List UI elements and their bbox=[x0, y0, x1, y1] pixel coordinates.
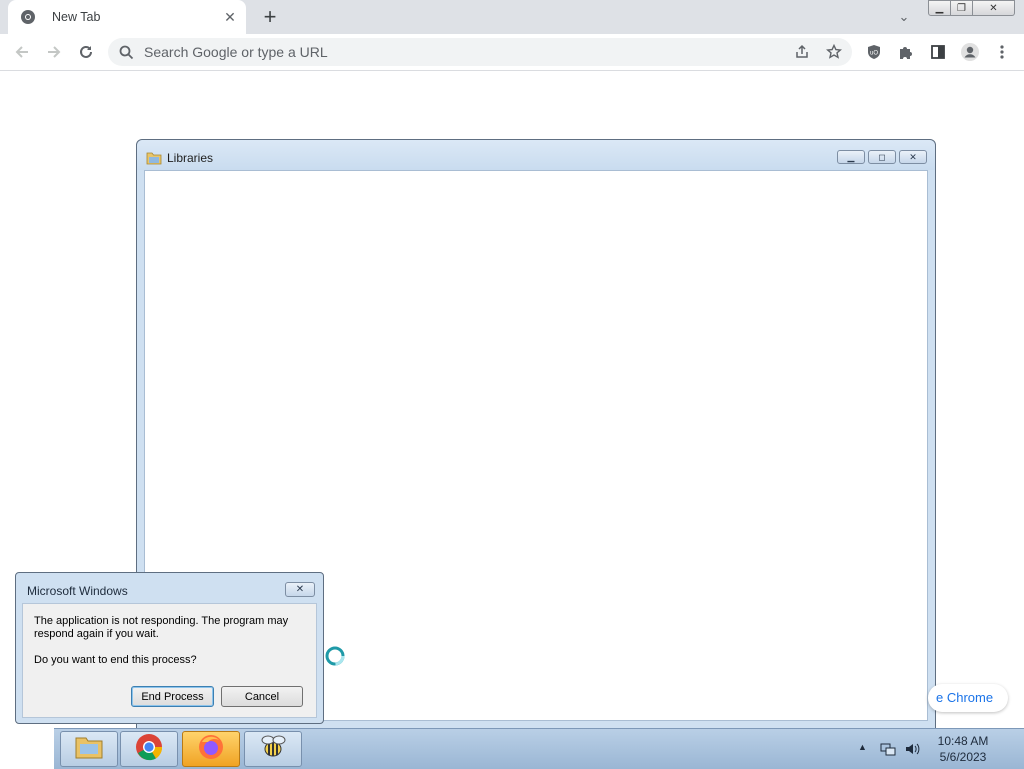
taskbar-chrome[interactable] bbox=[120, 731, 178, 767]
taskbar-file-explorer[interactable] bbox=[60, 731, 118, 767]
network-icon[interactable] bbox=[880, 741, 896, 757]
clock-date: 5/6/2023 bbox=[939, 750, 987, 764]
dialog-title: Microsoft Windows bbox=[27, 584, 128, 598]
taskbar-firefox[interactable] bbox=[182, 731, 240, 767]
profile-avatar-icon[interactable] bbox=[958, 40, 982, 64]
system-tray: ▲ 10:48 AM 5/6/2023 bbox=[844, 729, 1024, 769]
bee-app-icon bbox=[258, 733, 288, 766]
restore-button[interactable]: ❐ bbox=[951, 0, 973, 16]
forward-arrow-icon[interactable] bbox=[42, 40, 66, 64]
taskbar: ▲ 10:48 AM 5/6/2023 bbox=[54, 728, 1024, 769]
dialog-body: The application is not responding. The p… bbox=[22, 603, 317, 718]
browser-toolbar: uO bbox=[0, 34, 1024, 71]
folder-icon bbox=[146, 151, 162, 165]
taskbar-bee-app[interactable] bbox=[244, 731, 302, 767]
firefox-icon bbox=[197, 733, 225, 766]
not-responding-dialog: Microsoft Windows ✕ The application is n… bbox=[15, 572, 324, 724]
tab-strip: New Tab ✕ + ⌄ ▁ ❐ ✕ bbox=[0, 0, 1024, 34]
close-window-button[interactable]: ✕ bbox=[973, 0, 1015, 16]
clock[interactable]: 10:48 AM 5/6/2023 bbox=[928, 733, 998, 765]
dialog-question: Do you want to end this process? bbox=[34, 654, 197, 666]
reload-icon[interactable] bbox=[74, 40, 98, 64]
chrome-icon bbox=[135, 733, 163, 766]
libraries-titlebar[interactable]: Libraries ▁ ◻ ✕ bbox=[137, 140, 935, 170]
dialog-close-button[interactable]: ✕ bbox=[285, 582, 315, 597]
search-icon bbox=[118, 44, 134, 60]
address-bar-input[interactable] bbox=[142, 43, 766, 61]
window-controls: ▁ ❐ ✕ bbox=[928, 0, 1015, 16]
svg-text:uO: uO bbox=[870, 51, 878, 57]
chrome-favicon-icon bbox=[20, 9, 36, 25]
end-process-button[interactable]: End Process bbox=[131, 686, 214, 707]
tab-title: New Tab bbox=[52, 10, 101, 24]
tab-new-tab[interactable]: New Tab ✕ bbox=[8, 0, 246, 34]
cancel-button[interactable]: Cancel bbox=[221, 686, 303, 707]
libraries-restore-button[interactable]: ◻ bbox=[868, 150, 896, 164]
extensions-puzzle-icon[interactable] bbox=[894, 40, 918, 64]
chevron-down-icon[interactable]: ⌄ bbox=[894, 7, 914, 27]
libraries-title: Libraries bbox=[167, 151, 214, 165]
chrome-notification-toast[interactable]: e Chrome bbox=[928, 684, 1008, 712]
clock-time: 10:48 AM bbox=[937, 734, 989, 748]
bookmark-star-icon[interactable] bbox=[826, 44, 842, 60]
share-icon[interactable] bbox=[794, 44, 810, 60]
busy-cursor-icon bbox=[325, 646, 345, 666]
dialog-message: The application is not responding. The p… bbox=[34, 615, 289, 640]
omnibox[interactable] bbox=[108, 38, 852, 66]
ublock-shield-icon[interactable]: uO bbox=[862, 40, 886, 64]
volume-icon[interactable] bbox=[904, 741, 922, 757]
minimize-button[interactable]: ▁ bbox=[928, 0, 951, 16]
file-explorer-icon bbox=[74, 734, 104, 765]
plus-icon[interactable]: + bbox=[258, 6, 282, 30]
side-panel-icon[interactable] bbox=[926, 40, 950, 64]
close-icon[interactable]: ✕ bbox=[222, 9, 238, 25]
more-menu-icon[interactable] bbox=[990, 40, 1014, 64]
libraries-minimize-button[interactable]: ▁ bbox=[837, 150, 865, 164]
show-hidden-icons-icon[interactable]: ▲ bbox=[858, 742, 867, 752]
back-arrow-icon[interactable] bbox=[10, 40, 34, 64]
libraries-close-button[interactable]: ✕ bbox=[899, 150, 927, 164]
toast-text: e Chrome bbox=[936, 690, 994, 705]
